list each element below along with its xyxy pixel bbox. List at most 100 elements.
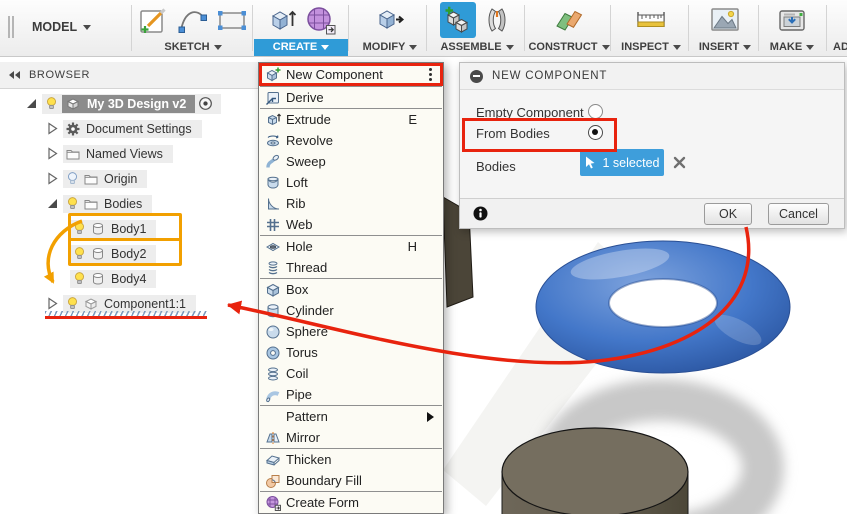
expand-arrow-icon[interactable] <box>45 172 60 185</box>
menu-item-coil[interactable]: Coil <box>259 363 443 384</box>
sketch-spline-button[interactable] <box>175 2 211 38</box>
thicken-icon <box>265 452 281 468</box>
expand-arrow-icon[interactable] <box>45 297 60 310</box>
tree-row-component1-1[interactable]: Component1:1 <box>45 292 196 315</box>
create-form-toolbar-button[interactable] <box>303 2 339 38</box>
menu-item-label: Thread <box>286 260 437 275</box>
insert-image-button[interactable] <box>707 2 743 38</box>
joint-button[interactable] <box>479 2 515 38</box>
visibility-bulb-icon[interactable] <box>72 246 87 261</box>
expand-arrow-icon[interactable] <box>45 122 60 135</box>
tree-row-body1[interactable]: Body1 <box>70 217 156 240</box>
toolbar-menu-inspect[interactable]: INSPECT <box>615 39 687 56</box>
sketch-rectangle-button[interactable] <box>214 2 250 38</box>
menu-item-create-form[interactable]: Create Form <box>259 492 443 513</box>
menu-item-derive[interactable]: Derive <box>259 87 443 108</box>
menu-item-thicken[interactable]: Thicken <box>259 449 443 470</box>
new-component-toolbar-button[interactable] <box>440 2 476 38</box>
menu-item-mirror[interactable]: Mirror <box>259 427 443 448</box>
tree-row-named-views[interactable]: Named Views <box>45 142 173 165</box>
expand-arrow-icon[interactable] <box>45 147 60 160</box>
menu-item-label: Loft <box>286 175 437 190</box>
cylinder-body[interactable] <box>502 428 688 514</box>
toolbar-menu-label: SKETCH <box>164 41 209 53</box>
toolbar-separator <box>131 5 132 51</box>
tree-row-document-settings[interactable]: Document Settings <box>45 117 202 140</box>
toolbar-menu-insert[interactable]: INSERT <box>693 39 757 56</box>
menu-item-box[interactable]: Box <box>259 279 443 300</box>
tree-row-origin[interactable]: Origin <box>45 167 147 190</box>
workspace-switcher[interactable]: MODEL <box>32 20 91 34</box>
ok-button[interactable]: OK <box>704 203 752 225</box>
more-options-kebab-icon[interactable] <box>429 68 432 81</box>
toolbar-menu-modify[interactable]: MODIFY <box>357 39 424 56</box>
sweep-icon <box>265 154 281 170</box>
menu-item-hole[interactable]: HoleH <box>259 236 443 257</box>
collapse-panel-icon[interactable] <box>9 71 20 79</box>
toolbar-menu-assemble[interactable]: ASSEMBLE <box>434 39 519 56</box>
tree-row-my-3d-design-v2[interactable]: My 3D Design v2 <box>24 92 221 115</box>
menu-item-label: New Component <box>286 67 429 82</box>
visibility-bulb-icon[interactable] <box>72 221 87 236</box>
toolbar-overflow-label[interactable]: AD <box>833 41 847 53</box>
body-icon <box>90 246 106 262</box>
activate-component-radio[interactable] <box>198 96 213 111</box>
menu-item-web[interactable]: Web <box>259 214 443 235</box>
from-bodies-radio[interactable] <box>588 125 603 140</box>
3d-print-button[interactable] <box>774 2 810 38</box>
menu-item-new-component[interactable]: New Component <box>259 63 443 86</box>
menu-item-label: Mirror <box>286 430 437 445</box>
press-pull-button[interactable] <box>372 2 408 38</box>
tree-row-body4[interactable]: Body4 <box>70 267 156 290</box>
cancel-button[interactable]: Cancel <box>768 203 829 225</box>
create-sketch-button[interactable] <box>136 2 172 38</box>
torus-body[interactable] <box>536 241 790 373</box>
collapse-arrow-icon[interactable] <box>24 99 39 108</box>
toolbar-grip-handle[interactable] <box>8 16 10 38</box>
chevron-down-icon <box>409 45 417 50</box>
menu-item-loft[interactable]: Loft <box>259 172 443 193</box>
chevron-down-icon <box>83 25 91 30</box>
menu-item-torus[interactable]: Torus <box>259 342 443 363</box>
toolbar-group-insert: INSERT <box>690 1 760 56</box>
toolbar-menu-sketch[interactable]: SKETCH <box>158 39 227 56</box>
menu-item-thread[interactable]: Thread <box>259 257 443 278</box>
toolbar-separator <box>524 5 525 51</box>
menu-item-boundary-fill[interactable]: Boundary Fill <box>259 470 443 491</box>
visibility-bulb-icon[interactable] <box>65 196 80 211</box>
dialog-collapse-icon[interactable] <box>470 70 483 83</box>
empty-component-radio[interactable] <box>588 104 603 119</box>
menu-item-sweep[interactable]: Sweep <box>259 151 443 172</box>
menu-item-label: Coil <box>286 366 437 381</box>
toolbar-menu-construct[interactable]: CONSTRUCT <box>522 39 615 56</box>
menu-item-extrude[interactable]: ExtrudeE <box>259 109 443 130</box>
visibility-bulb-icon[interactable] <box>72 271 87 286</box>
construct-plane-button[interactable] <box>551 2 587 38</box>
info-icon[interactable] <box>473 206 488 221</box>
tree-row-body2[interactable]: Body2 <box>70 242 156 265</box>
menu-item-sphere[interactable]: Sphere <box>259 321 443 342</box>
menu-item-rib[interactable]: Rib <box>259 193 443 214</box>
menu-item-label: Cylinder <box>286 303 437 318</box>
box-icon <box>265 282 281 298</box>
visibility-bulb-icon[interactable] <box>65 296 80 311</box>
extrude-create-button[interactable] <box>264 2 300 38</box>
toolbar-menu-create[interactable]: CREATE <box>254 39 348 56</box>
menu-item-cylinder[interactable]: Cylinder <box>259 300 443 321</box>
measure-ruler-button[interactable] <box>633 2 669 38</box>
menu-item-label: Extrude <box>286 112 408 127</box>
toolbar-menu-make[interactable]: MAKE <box>764 39 820 56</box>
body-icon <box>90 271 106 287</box>
menu-item-pattern[interactable]: Pattern <box>259 406 443 427</box>
toolbar-group-modify: MODIFY <box>350 1 430 56</box>
joint-icon <box>481 4 513 36</box>
menu-item-pipe[interactable]: Pipe <box>259 384 443 405</box>
chevron-down-icon <box>602 45 610 50</box>
clear-selection-button[interactable] <box>671 154 688 171</box>
visibility-bulb-icon[interactable] <box>44 96 59 111</box>
visibility-bulb-icon[interactable] <box>65 171 80 186</box>
bodies-selection-button[interactable]: 1 selected <box>580 149 664 176</box>
collapse-arrow-icon[interactable] <box>45 199 60 208</box>
menu-item-revolve[interactable]: Revolve <box>259 130 443 151</box>
tree-row-bodies[interactable]: Bodies <box>45 192 152 215</box>
